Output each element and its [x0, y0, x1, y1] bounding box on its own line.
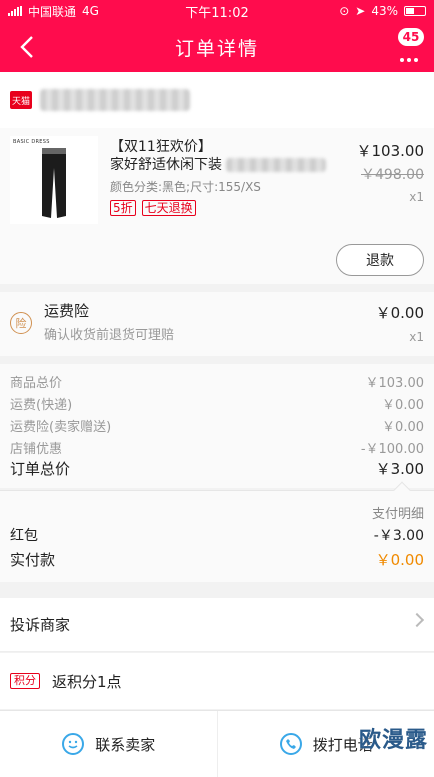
status-time: 下午11:02 — [185, 5, 249, 21]
product-title-line1: 【双11狂欢价】 — [110, 139, 212, 155]
shop-header[interactable]: 天猫 — [0, 72, 434, 128]
summary-row: 店铺优惠 -￥100.00 — [10, 438, 424, 457]
points-row: 积分 返积分1点 — [0, 653, 434, 709]
order-total-value: ￥3.00 — [375, 460, 424, 478]
summary-label: 运费险(卖家赠送) — [10, 420, 112, 435]
status-bar: 中国联通 4G 下午11:02 ⊙ ➤ 43% — [0, 0, 434, 22]
back-button[interactable] — [10, 30, 44, 64]
summary-row: 运费(快递) ￥0.00 — [10, 394, 424, 413]
summary-value: ￥0.00 — [382, 420, 424, 435]
redpack-row: 红包 -￥3.00 — [10, 525, 424, 545]
product-title-blurred — [226, 158, 326, 172]
tmall-logo: 天猫 — [10, 91, 32, 109]
insurance-price: ￥0.00 — [375, 304, 424, 322]
product-sku: 颜色分类:黑色;尺寸:155/XS — [110, 180, 261, 194]
paid-row: 实付款 ￥0.00 — [10, 549, 424, 570]
chevron-right-icon — [409, 612, 425, 628]
more-button[interactable]: 45 — [390, 28, 424, 64]
more-dots-icon — [400, 58, 418, 62]
product-card[interactable]: BASIC DRESS 【双11狂欢价】 家好舒适休闲下装 颜色分类:黑色;尺寸… — [0, 128, 434, 284]
summary-value: ￥0.00 — [382, 398, 424, 413]
battery-icon — [404, 6, 426, 16]
paid-label: 实付款 — [10, 551, 56, 569]
product-qty: x1 — [409, 190, 424, 204]
summary-row: 商品总价 ￥103.00 — [10, 372, 424, 391]
paid-value: ￥0.00 — [375, 551, 424, 569]
redpack-value: -￥3.00 — [373, 528, 424, 544]
insurance-name: 运费险 — [44, 302, 90, 320]
payment-detail-label: 支付明细 — [371, 507, 424, 522]
product-original-price: ￥498.00 — [361, 167, 424, 183]
page-title: 订单详情 — [174, 37, 259, 60]
chevron-left-icon — [20, 36, 33, 58]
thumbnail-brand: BASIC DRESS — [13, 139, 50, 145]
order-total-row: 订单总价 ￥3.00 — [10, 458, 424, 479]
discount-tag: 5折 — [110, 200, 136, 216]
shipping-insurance: 险 运费险 确认收货前退货可理赔 ￥0.00 x1 — [0, 292, 434, 356]
summary-value: ￥103.00 — [365, 376, 425, 391]
chat-face-icon — [62, 733, 85, 755]
product-title-line2: 家好舒适休闲下装 — [110, 156, 340, 174]
points-badge: 积分 — [10, 673, 40, 689]
summary-value: -￥100.00 — [360, 442, 424, 457]
message-badge: 45 — [398, 28, 424, 46]
contact-seller-button[interactable]: 联系卖家 — [0, 711, 217, 777]
price-summary: 商品总价 ￥103.00 运费(快递) ￥0.00 运费险(卖家赠送) ￥0.00 店… — [0, 364, 434, 488]
pants-image — [42, 148, 66, 218]
return-tag: 七天退换 — [141, 200, 196, 216]
insurance-qty: x1 — [409, 330, 424, 344]
refund-button[interactable]: 退款 — [336, 244, 424, 276]
product-title-text: 家好舒适休闲下装 — [110, 157, 222, 173]
nav-bar: 订单详情 45 — [0, 22, 434, 72]
contact-seller-label: 联系卖家 — [95, 735, 156, 754]
summary-label: 商品总价 — [10, 376, 63, 391]
product-tags: 5折 七天退换 — [110, 200, 196, 216]
product-title: 【双11狂欢价】 家好舒适休闲下装 — [110, 138, 340, 174]
summary-label: 店铺优惠 — [10, 442, 63, 457]
complain-label: 投诉商家 — [10, 616, 71, 634]
points-text: 返积分1点 — [52, 672, 122, 691]
watermark: 欧漫露 — [358, 728, 428, 753]
phone-icon — [279, 733, 302, 755]
redpack-label: 红包 — [10, 528, 38, 544]
product-thumbnail: BASIC DRESS — [10, 136, 98, 224]
insurance-desc: 确认收货前退货可理赔 — [44, 328, 175, 343]
payment-details: 支付明细 红包 -￥3.00 实付款 ￥0.00 — [0, 481, 434, 582]
product-price: ￥103.00 — [356, 142, 425, 160]
shop-name-blurred — [40, 89, 190, 111]
insurance-icon: 险 — [10, 312, 32, 334]
summary-row: 运费险(卖家赠送) ￥0.00 — [10, 416, 424, 435]
complain-seller-row[interactable]: 投诉商家 — [0, 598, 434, 652]
summary-label: 运费(快递) — [10, 398, 73, 413]
order-total-label: 订单总价 — [10, 460, 71, 478]
